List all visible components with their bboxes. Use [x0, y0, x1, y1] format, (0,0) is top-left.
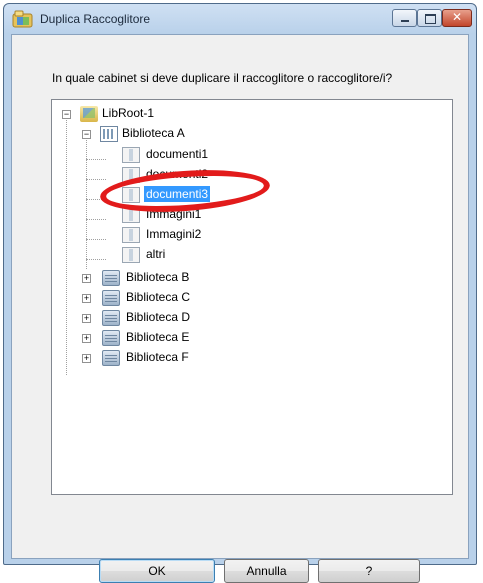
root-icon [80, 106, 98, 122]
library-icon [102, 350, 120, 366]
library-f-expand-toggle[interactable]: + [82, 354, 91, 363]
tree-item-library-f[interactable]: Biblioteca F [124, 349, 191, 365]
tree-item-libroot[interactable]: LibRoot-1 [100, 105, 156, 121]
library-icon [100, 126, 118, 142]
folder-icon [122, 227, 140, 243]
library-b-expand-toggle[interactable]: + [82, 274, 91, 283]
help-button[interactable]: ? [318, 559, 420, 583]
tree-item-library-d[interactable]: Biblioteca D [124, 309, 192, 325]
close-button[interactable] [442, 9, 472, 27]
root-collapse-toggle[interactable]: − [62, 110, 71, 119]
window-title: Duplica Raccoglitore [40, 12, 151, 26]
folder-icon [122, 247, 140, 263]
app-icon [12, 10, 34, 28]
library-a-collapse-toggle[interactable]: − [82, 130, 91, 139]
tree-item-immagini2[interactable]: Immagini2 [144, 226, 203, 242]
ok-button[interactable]: OK [99, 559, 215, 583]
tree-item-documenti1[interactable]: documenti1 [144, 146, 210, 162]
library-c-expand-toggle[interactable]: + [82, 294, 91, 303]
folder-icon [122, 147, 140, 163]
library-icon [102, 270, 120, 286]
library-icon [102, 330, 120, 346]
cancel-button[interactable]: Annulla [224, 559, 309, 583]
library-icon [102, 310, 120, 326]
minimize-button[interactable] [392, 9, 417, 27]
library-e-expand-toggle[interactable]: + [82, 334, 91, 343]
tree-item-library-c[interactable]: Biblioteca C [124, 289, 192, 305]
maximize-button[interactable] [417, 9, 442, 27]
library-icon [102, 290, 120, 306]
dialog-window: Duplica Raccoglitore In quale cabinet si… [3, 3, 477, 583]
title-bar[interactable]: Duplica Raccoglitore [4, 4, 476, 34]
tree-item-altri[interactable]: altri [144, 246, 167, 262]
tree-item-library-b[interactable]: Biblioteca B [124, 269, 191, 285]
prompt-text: In quale cabinet si deve duplicare il ra… [52, 71, 393, 85]
cabinet-tree[interactable]: − LibRoot-1 − Biblioteca A documenti1 do… [51, 99, 453, 495]
tree-item-library-e[interactable]: Biblioteca E [124, 329, 191, 345]
tree-item-library-a[interactable]: Biblioteca A [120, 125, 187, 141]
dialog-body: In quale cabinet si deve duplicare il ra… [11, 34, 469, 583]
library-d-expand-toggle[interactable]: + [82, 314, 91, 323]
